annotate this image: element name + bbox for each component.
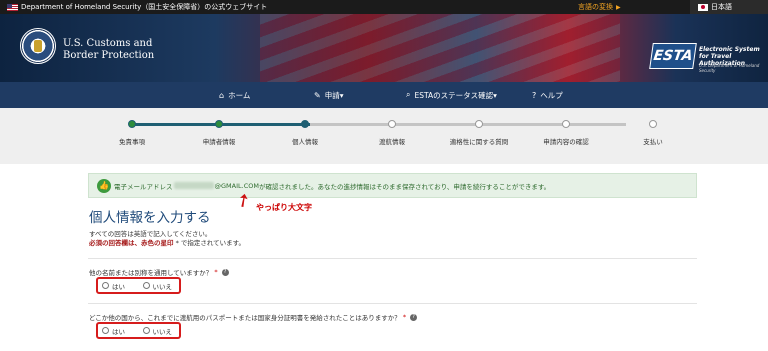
progress-step-label: 支払い: [643, 138, 663, 146]
language-switch[interactable]: 言語の変換 ▶: [578, 0, 621, 14]
progress-step-dot: [128, 120, 136, 128]
radio-circle[interactable]: [102, 327, 109, 334]
other-passport-no[interactable]: いいえ: [142, 326, 180, 336]
nav-help-label[interactable]: ヘルプ: [540, 90, 563, 101]
esta-logo-mark: ESTA: [649, 43, 697, 69]
site-header: U.S. Customs and Border Protection ESTA …: [0, 14, 768, 82]
official-site-text: Department of Homeland Security（国土安全保障省）…: [21, 3, 268, 11]
required-star: *: [402, 313, 407, 321]
progress-step-dot: [301, 120, 309, 128]
alert-prefix: 電子メールアドレス: [114, 182, 173, 191]
nav-status[interactable]: ⌕ ESTAのステータス確認▾: [406, 82, 497, 108]
progress-step-dot: [562, 120, 570, 128]
dhs-seal-icon[interactable]: [20, 28, 56, 64]
required-note-emphasis: 必須の回答欄は、赤色の星印: [89, 239, 174, 247]
alert-message: が確認されました。あなたの進捗情報はそのまま保存されており、申請を続行することが…: [258, 182, 551, 191]
radio-yes-label[interactable]: はい: [112, 281, 125, 291]
question-other-names-text: 他の名前または別称を通用していますか？: [89, 269, 213, 277]
progress-step-label: 適格性に関する質問: [449, 138, 509, 146]
radio-yes-label[interactable]: はい: [112, 326, 125, 336]
nav-apply-label[interactable]: 申請▾: [325, 90, 344, 101]
required-star: *: [214, 268, 218, 276]
help-icon[interactable]: ?: [221, 268, 229, 276]
progress-step-label: 渡航情報: [379, 138, 405, 146]
question-circle-icon: ?: [532, 90, 537, 100]
radio-no-label[interactable]: いいえ: [153, 326, 173, 336]
caret-right-icon: ▶: [616, 3, 621, 11]
thumbs-up-icon: 👍: [97, 178, 111, 193]
radio-no-label[interactable]: いいえ: [153, 281, 173, 291]
intro-required-note: 必須の回答欄は、赤色の星印 * で指定されています。: [89, 237, 245, 247]
radio-circle[interactable]: [142, 327, 150, 334]
agency-name[interactable]: U.S. Customs and Border Protection: [63, 38, 154, 62]
progress-step-dot: [388, 120, 396, 128]
esta-logo[interactable]: ESTA Electronic System for Travel Author…: [645, 42, 763, 78]
progress-remaining-line: [310, 123, 626, 126]
japan-flag-icon: [698, 3, 708, 11]
nav-home[interactable]: ⌂ ホーム: [219, 82, 250, 108]
other-names-no[interactable]: いいえ: [142, 281, 180, 291]
uppercase-annotation: ➚ やっぱり大文字: [231, 188, 346, 216]
other-passport-radio-group: はい いいえ: [96, 322, 181, 339]
top-bar: Department of Homeland Security（国土安全保障省）…: [0, 0, 768, 14]
home-icon: ⌂: [219, 90, 225, 100]
pencil-icon: ✎: [314, 90, 321, 100]
progress-step-dot: [215, 120, 223, 128]
nav-help[interactable]: ? ヘルプ: [532, 82, 563, 108]
esta-dhs-line: U.S. Department of Homeland Security: [699, 63, 760, 73]
agency-name-line1: U.S. Customs and: [63, 38, 153, 49]
main-nav: ⌂ ホーム ✎ 申請▾ ⌕ ESTAのステータス確認▾ ? ヘルプ: [0, 82, 768, 108]
agency-name-line2: Border Protection: [63, 50, 155, 61]
divider: [88, 258, 697, 259]
flag-background: [260, 14, 620, 82]
language-current[interactable]: 日本語: [711, 2, 732, 12]
other-names-yes[interactable]: はい: [102, 281, 139, 291]
required-note-rest: * で指定されています。: [173, 239, 246, 247]
progress-step-dot: [649, 120, 657, 128]
help-icon[interactable]: ?: [410, 313, 418, 321]
annotation-note: やっぱり大文字: [256, 203, 312, 212]
progress-tracker: 免責事項 申請者情報 個人情報 渡航情報 適格性に関する質問 申請内容の確認 支払い: [0, 108, 768, 164]
question-other-names: 他の名前または別称を通用していますか？ * ?: [89, 267, 229, 277]
language-selector[interactable]: 日本語: [690, 0, 768, 14]
page-title: 個人情報を入力する: [89, 210, 211, 226]
question-other-passport-text: どこか他の国から、これまでに渡航用のパスポートまたは国家身分証明書を発給されたこ…: [89, 314, 401, 322]
progress-step-label: 申請者情報: [202, 138, 236, 146]
language-switch-label[interactable]: 言語の変換: [578, 2, 613, 12]
progress-step-dot: [475, 120, 483, 128]
nav-home-label[interactable]: ホーム: [228, 90, 250, 101]
redacted-email: [173, 182, 214, 189]
progress-step-label: 免責事項: [119, 138, 145, 146]
alert-domain: @GMAIL.COM: [214, 181, 259, 190]
nav-status-label[interactable]: ESTAのステータス確認▾: [414, 90, 496, 101]
progress-step-label: 申請内容の確認: [543, 138, 589, 146]
question-other-passport: どこか他の国から、これまでに渡航用のパスポートまたは国家身分証明書を発給されたこ…: [89, 312, 418, 322]
divider: [88, 303, 697, 304]
search-icon: ⌕: [406, 90, 411, 99]
progress-step-label: 個人情報: [292, 138, 318, 146]
us-flag-icon: [7, 3, 18, 11]
other-names-radio-group: はい いいえ: [96, 277, 181, 294]
nav-apply[interactable]: ✎ 申請▾: [314, 82, 343, 108]
other-passport-yes[interactable]: はい: [102, 326, 139, 336]
radio-circle[interactable]: [142, 282, 150, 289]
radio-circle[interactable]: [102, 282, 109, 289]
email-confirmed-alert: 👍 電子メールアドレス @GMAIL.COM が確認されました。あなたの進捗情報…: [88, 173, 697, 198]
